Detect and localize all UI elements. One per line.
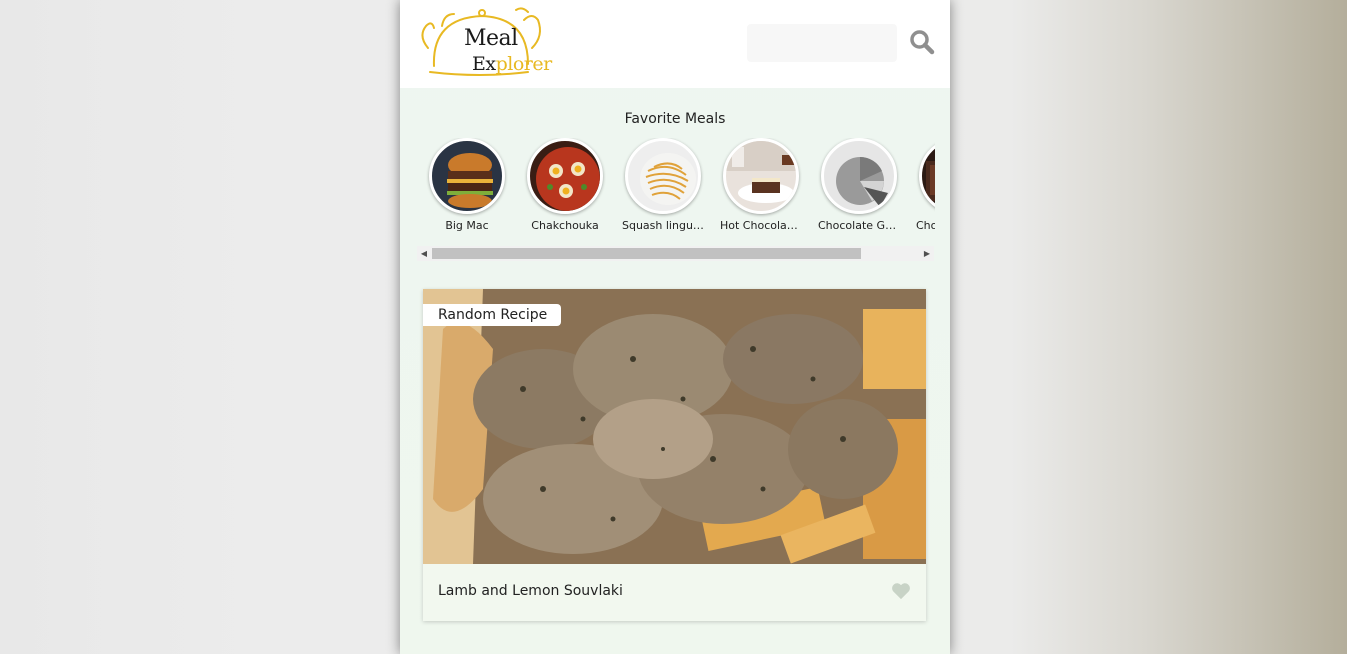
favorite-meal-item[interactable]: Squash linguine: [618, 138, 708, 232]
logo-text-explorer: Explorer: [472, 53, 552, 75]
recipe-image[interactable]: Random Recipe: [423, 289, 926, 564]
meal-thumbnail[interactable]: [527, 138, 603, 214]
meal-thumbnail[interactable]: [723, 138, 799, 214]
meal-name: Chocolate Souffle: [916, 219, 935, 232]
favorites-title: Favorite Meals: [624, 111, 726, 127]
meal-thumbnail[interactable]: [429, 138, 505, 214]
meal-name: Chakchouka: [531, 219, 599, 232]
favorite-meal-item[interactable]: Chocolate Souffle: [912, 138, 935, 232]
favorite-button[interactable]: [890, 582, 912, 602]
meal-thumbnail[interactable]: [821, 138, 897, 214]
logo[interactable]: Meal Explorer: [420, 6, 552, 80]
meal-name: Chocolate Gateau: [818, 219, 900, 232]
logo-text-plorer: plorer: [495, 53, 553, 75]
app-container: Meal Explorer Favorite Meals Big Mac Cha…: [400, 0, 950, 654]
scroll-right-arrow-icon[interactable]: ▶: [920, 246, 934, 261]
meal-thumbnail[interactable]: [919, 138, 935, 214]
favorite-meal-item[interactable]: Big Mac: [422, 138, 512, 232]
random-recipe-card[interactable]: Random Recipe Lamb and Lemon Souvlaki: [423, 289, 926, 621]
heart-icon: [892, 583, 910, 600]
favorite-meal-item[interactable]: Chocolate Gateau: [814, 138, 904, 232]
meal-name: Big Mac: [445, 219, 489, 232]
recipe-title: Lamb and Lemon Souvlaki: [438, 583, 623, 599]
logo-text-meal: Meal: [464, 26, 518, 51]
random-recipe-tag: Random Recipe: [423, 304, 562, 326]
logo-text-ex: Ex: [472, 53, 496, 75]
meal-thumbnail[interactable]: [625, 138, 701, 214]
meal-name: Squash linguine: [622, 219, 704, 232]
favorite-meal-item[interactable]: Hot Chocolate Fudge: [716, 138, 806, 232]
search-button[interactable]: [908, 29, 936, 57]
favorites-strip: Big Mac Chakchouka Squash linguine Hot C…: [420, 138, 935, 238]
search-icon: [910, 30, 935, 55]
scrollbar-thumb[interactable]: [432, 248, 861, 259]
meal-name: Hot Chocolate Fudge: [720, 219, 802, 232]
search-input[interactable]: [747, 24, 897, 62]
header: Meal Explorer: [400, 0, 950, 88]
scroll-left-arrow-icon[interactable]: ◀: [417, 246, 431, 261]
favorite-meal-item[interactable]: Chakchouka: [520, 138, 610, 232]
favorites-scrollbar[interactable]: ◀ ▶: [417, 246, 934, 261]
